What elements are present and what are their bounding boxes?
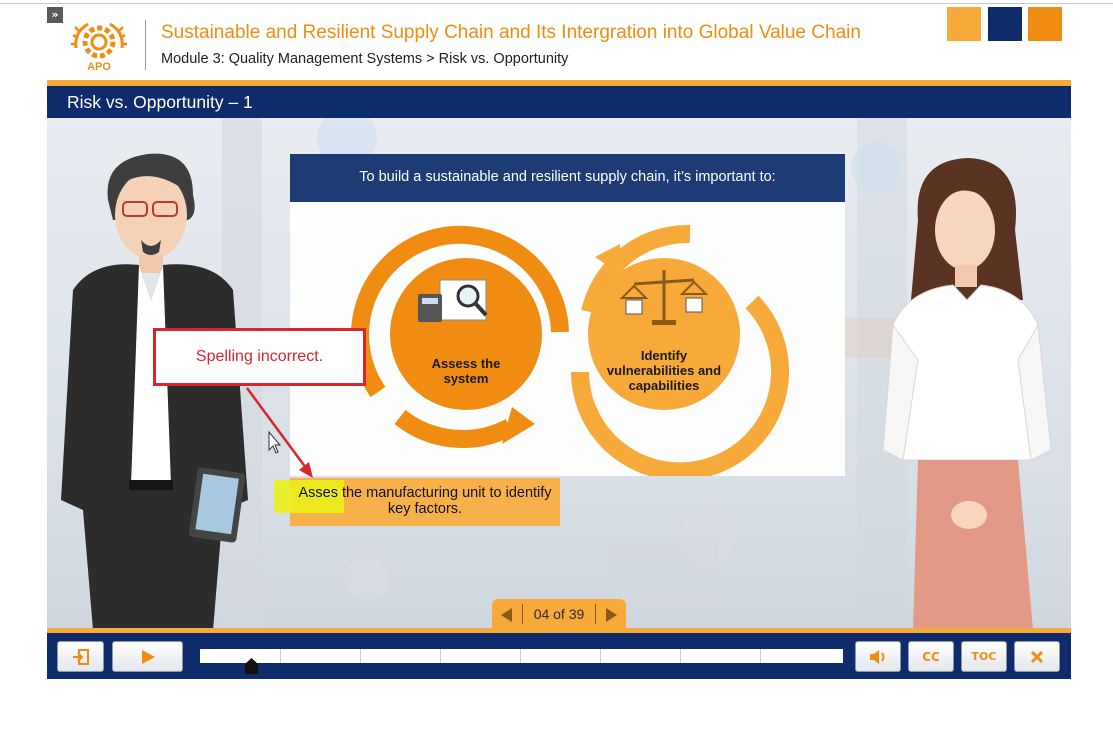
seek-tick (360, 649, 361, 663)
header-divider (145, 20, 146, 70)
exit-icon (72, 648, 89, 665)
browser-top-edge (0, 0, 1113, 4)
brand-square-orange (1028, 7, 1062, 41)
volume-button[interactable] (855, 641, 901, 672)
seek-tick (440, 649, 441, 663)
seek-tick (280, 649, 281, 663)
seek-tick (680, 649, 681, 663)
brand-square-navy (988, 7, 1022, 41)
volume-icon (870, 649, 885, 664)
slide-pager: 04 of 39 (492, 599, 626, 630)
player-controlbar: CC TOC (47, 633, 1071, 679)
slide-title: Risk vs. Opportunity – 1 (67, 92, 253, 112)
next-slide-button[interactable] (606, 608, 617, 622)
pager-divider (522, 604, 523, 624)
annotation-arrow (245, 387, 313, 478)
slide-stage: To build a sustainable and resilient sup… (47, 118, 1071, 630)
toc-button[interactable]: TOC (961, 641, 1007, 672)
close-icon (1030, 650, 1044, 663)
seek-tick (760, 649, 761, 663)
brand-square-light-orange (947, 7, 981, 41)
play-button[interactable] (112, 641, 183, 672)
pager-divider (595, 604, 596, 624)
prev-slide-button[interactable] (501, 608, 512, 622)
collapse-button[interactable]: » (47, 7, 63, 23)
seek-bar[interactable] (200, 649, 843, 674)
seek-tick (600, 649, 601, 663)
logo-text: APO (87, 61, 111, 72)
course-title: Sustainable and Resilient Supply Chain a… (161, 22, 861, 43)
cc-label: CC (922, 649, 940, 664)
play-icon (141, 649, 155, 664)
apo-logo: APO (70, 18, 128, 73)
toc-label: TOC (971, 650, 997, 663)
player-window: » APO Sustainable and Resilient Supply C… (0, 0, 1113, 739)
close-button[interactable] (1014, 641, 1060, 672)
breadcrumb: Module 3: Quality Management Systems > R… (161, 51, 569, 67)
slide-titlebar: Risk vs. Opportunity – 1 (47, 86, 1071, 118)
seek-handle[interactable] (245, 658, 259, 674)
seek-progress (200, 649, 252, 663)
slide-counter: 04 of 39 (533, 606, 585, 622)
seek-tick (520, 649, 521, 663)
exit-button[interactable] (57, 641, 104, 672)
cc-button[interactable]: CC (908, 641, 954, 672)
